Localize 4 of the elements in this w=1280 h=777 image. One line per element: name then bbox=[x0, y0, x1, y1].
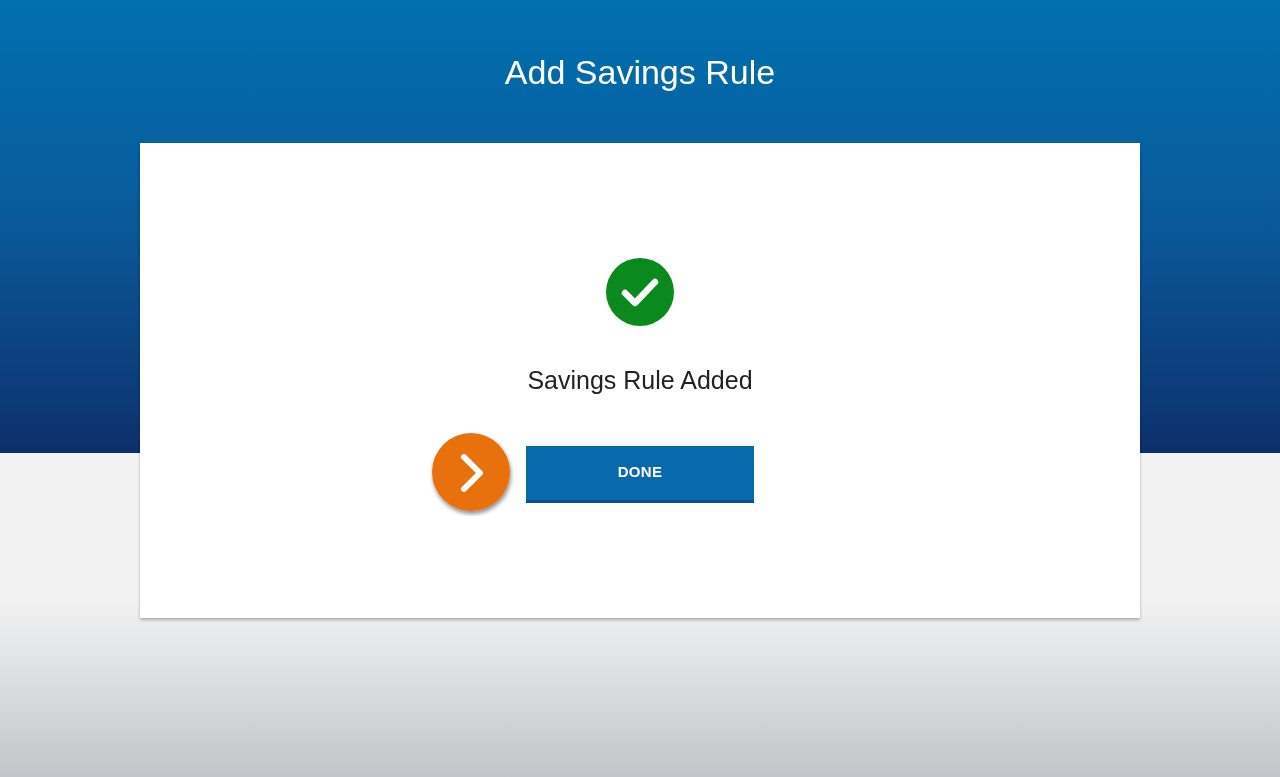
page-title: Add Savings Rule bbox=[504, 52, 776, 93]
confirmation-message: Savings Rule Added bbox=[527, 365, 753, 395]
done-button[interactable]: DONE bbox=[526, 445, 754, 503]
check-circle-icon bbox=[606, 258, 674, 326]
